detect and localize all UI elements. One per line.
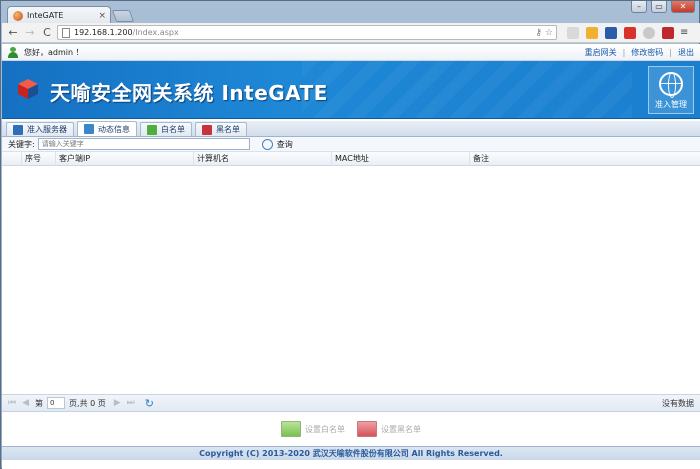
row-selector-header <box>2 152 22 165</box>
link-separator: | <box>669 47 672 57</box>
last-page-icon[interactable]: ⏭ <box>127 398 135 408</box>
user-bar: 您好，admin ！ 重启网关 | 修改密码 | 退出 <box>2 44 700 61</box>
module-tabs: 准入服务器 动态信息 白名单 黑名单 <box>2 121 700 137</box>
minimize-button[interactable]: – <box>631 1 647 13</box>
url-host: 192.168.1.200 <box>74 28 133 37</box>
monitor-green-icon <box>147 124 157 135</box>
browser-tab-title: InteGATE <box>27 11 64 20</box>
address-bar[interactable]: 192.168.1.200 /Index.aspx ⚷ ☆ <box>57 25 557 40</box>
column-header-computer-name[interactable]: 计算机名 <box>194 152 332 165</box>
globe-icon <box>659 72 683 98</box>
page-number-input[interactable]: 0 <box>47 397 66 409</box>
action-bar: 设置白名单 设置黑名单 <box>2 412 700 446</box>
restart-gateway-link[interactable]: 重启网关 <box>585 47 617 58</box>
access-management-button[interactable]: 准入管理 <box>648 66 694 114</box>
search-bar: 关键字: 查询 <box>2 137 700 152</box>
menu-icon[interactable]: ≡ <box>680 27 688 38</box>
extension-icon[interactable] <box>586 26 598 39</box>
monitor-green-icon <box>281 421 301 437</box>
download-icon[interactable] <box>567 26 579 39</box>
browser-toolbar: ← → C 192.168.1.200 /Index.aspx ⚷ ☆ ≡ <box>2 23 700 43</box>
browser-tab[interactable]: InteGATE × <box>7 6 111 24</box>
monitor-red-icon <box>202 124 212 135</box>
tab-whitelist[interactable]: 白名单 <box>140 122 192 136</box>
query-button[interactable]: 查询 <box>261 138 293 150</box>
page-icon <box>62 27 70 38</box>
forward-button[interactable]: → <box>23 26 37 39</box>
server-icon <box>13 124 23 135</box>
page-footer: Copyright (C) 2013-2020 武汉天喻软件股份有限公司 All… <box>2 446 700 460</box>
keyword-label: 关键字: <box>8 139 35 149</box>
column-header-index[interactable]: 序号 <box>22 152 56 165</box>
tab-dynamic-info[interactable]: 动态信息 <box>77 121 137 136</box>
change-password-link[interactable]: 修改密码 <box>631 47 663 58</box>
total-pages-label: 页,共 0 页 <box>69 398 106 408</box>
user-icon <box>8 46 18 58</box>
extension-icon[interactable] <box>662 26 674 39</box>
access-management-label: 准入管理 <box>655 100 687 109</box>
tab-blacklist[interactable]: 黑名单 <box>195 122 247 136</box>
banner-decoration <box>302 61 632 118</box>
app-banner: 天喻安全网关系统 InteGATE 准入管理 <box>2 61 700 119</box>
close-window-button[interactable]: ✕ <box>671 1 695 13</box>
column-header-client-ip[interactable]: 客户端IP <box>56 152 194 165</box>
star-icon[interactable]: ☆ <box>545 28 553 38</box>
logout-link[interactable]: 退出 <box>678 47 694 58</box>
app-page: 您好，admin ！ 重启网关 | 修改密码 | 退出 天喻安全网关系统 Int… <box>2 44 700 469</box>
keyword-input[interactable] <box>37 138 250 150</box>
column-header-remark[interactable]: 备注 <box>470 152 700 165</box>
search-icon <box>261 138 273 150</box>
omnibox-actions: ⚷ ☆ <box>535 28 553 38</box>
column-header-mac[interactable]: MAC地址 <box>332 152 470 165</box>
tab-label: 白名单 <box>161 125 185 134</box>
reload-button[interactable]: C <box>40 26 54 39</box>
url-path: /Index.aspx <box>132 28 179 37</box>
first-page-icon[interactable]: ⏮ <box>8 398 16 408</box>
table-body <box>2 166 700 395</box>
info-icon <box>84 124 94 134</box>
window-controls: – ▭ ✕ <box>631 1 695 13</box>
browser-window: InteGATE × – ▭ ✕ ← → C 192.168.1.200 /In… <box>0 0 700 469</box>
new-tab-button[interactable] <box>111 10 135 22</box>
greeting-text: 您好，admin ！ <box>24 47 84 57</box>
next-page-icon[interactable]: ▶ <box>114 398 121 408</box>
tab-label: 动态信息 <box>98 124 130 134</box>
back-button[interactable]: ← <box>6 26 20 39</box>
table-header: 序号 客户端IP 计算机名 MAC地址 备注 <box>2 152 700 166</box>
extension-icon[interactable] <box>605 26 617 39</box>
set-whitelist-label: 设置白名单 <box>305 424 345 434</box>
top-links: 重启网关 | 修改密码 | 退出 <box>585 47 694 58</box>
query-label: 查询 <box>276 139 293 149</box>
pagination-bar: ⏮ ◀ 第 0 页,共 0 页 ▶ ⏭ ↻ 没有数据 <box>2 395 700 412</box>
refresh-icon[interactable]: ↻ <box>145 397 154 410</box>
link-separator: | <box>622 47 626 57</box>
set-blacklist-label: 设置黑名单 <box>381 424 421 434</box>
tab-label: 黑名单 <box>216 125 240 134</box>
browser-tab-strip: InteGATE × – ▭ ✕ <box>1 1 700 24</box>
set-whitelist-button[interactable]: 设置白名单 <box>281 421 345 437</box>
mail-icon[interactable] <box>624 26 636 39</box>
tab-close-icon[interactable]: × <box>98 11 106 21</box>
key-icon[interactable]: ⚷ <box>535 28 542 38</box>
monitor-red-icon <box>357 421 377 437</box>
page-label: 第 <box>35 398 44 408</box>
extension-icon[interactable] <box>643 26 655 39</box>
extension-icons <box>567 26 674 39</box>
tab-label: 准入服务器 <box>27 125 67 134</box>
logo-cube-icon <box>18 79 38 99</box>
app-title: 天喻安全网关系统 InteGATE <box>50 81 328 105</box>
pager-status: 没有数据 <box>662 398 694 408</box>
tab-access-server[interactable]: 准入服务器 <box>6 122 74 136</box>
prev-page-icon[interactable]: ◀ <box>22 398 29 408</box>
set-blacklist-button[interactable]: 设置黑名单 <box>357 421 421 437</box>
maximize-button[interactable]: ▭ <box>651 1 667 13</box>
favicon-icon <box>13 10 23 21</box>
